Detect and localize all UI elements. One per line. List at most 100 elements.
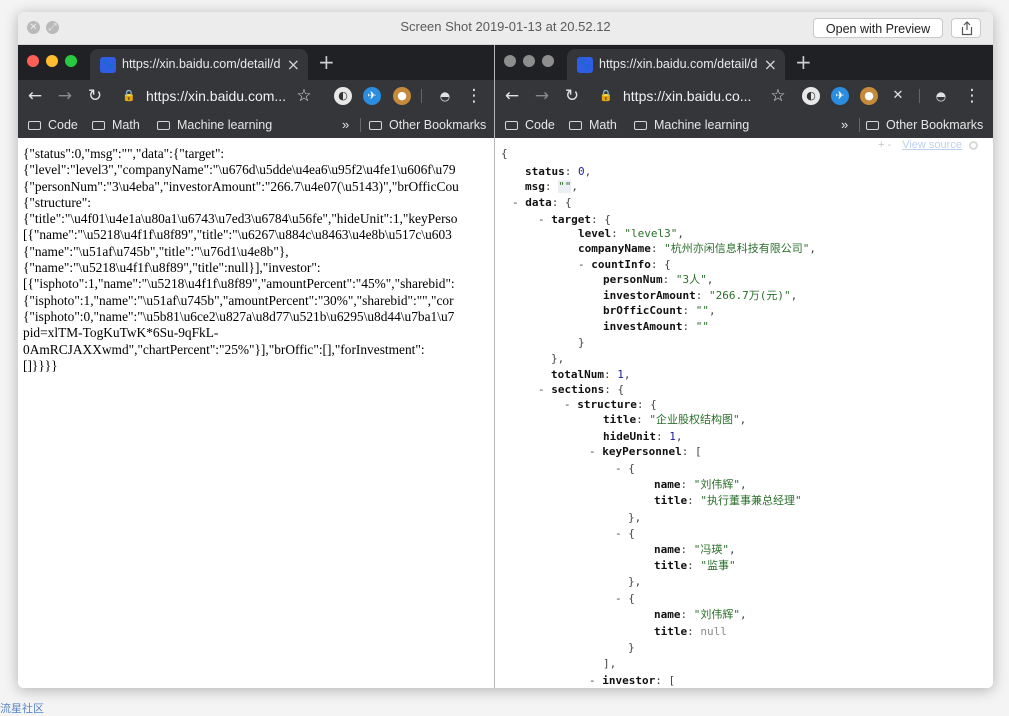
collapse-toggle[interactable]: -	[538, 213, 551, 226]
cookie-extension-icon[interactable]: ●	[393, 87, 411, 105]
collapse-toggle[interactable]: -	[615, 462, 628, 475]
json-punctuation: :	[687, 559, 701, 572]
collapse-toggle[interactable]: -	[589, 445, 602, 458]
json-key: personNum	[603, 273, 663, 286]
window-close-dot[interactable]	[504, 55, 516, 67]
collapse-toggle[interactable]: -	[589, 674, 602, 687]
raw-json-line: {"name":"\u51af\u745b","title":"\u76d1\u…	[23, 243, 289, 259]
forward-arrow-icon[interactable]: →	[54, 80, 76, 112]
url-field[interactable]: https://xin.baidu.co...	[623, 80, 763, 112]
json-punctuation: :	[655, 430, 670, 443]
back-arrow-icon[interactable]: ←	[24, 80, 46, 112]
json-line: - countInfo: {	[578, 258, 671, 272]
new-tab-icon[interactable]: +	[318, 45, 335, 80]
window-minimize-dot[interactable]	[523, 55, 535, 67]
extension-x-icon[interactable]: ✕	[887, 80, 909, 112]
url-field[interactable]: https://xin.baidu.com...	[146, 80, 288, 112]
json-key: structure	[577, 398, 637, 411]
raw-json-line: {"isphoto":0,"name":"\u5b81\u6ce2\u827a\…	[23, 308, 455, 324]
json-punctuation: :	[544, 180, 559, 193]
lock-icon[interactable]: 🔒	[118, 80, 140, 112]
json-punctuation: ,	[571, 180, 578, 193]
bookmark-machine-learning[interactable]: Machine learning	[157, 112, 272, 138]
window-zoom-dot[interactable]	[65, 55, 77, 67]
expand-collapse-toggle[interactable]: + -	[878, 139, 891, 151]
window-close-dot[interactable]	[27, 55, 39, 67]
bookmark-star-icon[interactable]: ☆	[293, 80, 315, 112]
bookmark-code[interactable]: Code	[28, 112, 78, 138]
raw-json-line: {"personNum":"3\u4eba","investorAmount":…	[23, 178, 459, 194]
json-punctuation: : {	[636, 398, 657, 411]
bookmarks-bar: Code Math Machine learning » Other Bookm…	[495, 112, 993, 138]
json-key: investAmount	[603, 320, 683, 333]
json-punctuation: :	[564, 165, 578, 178]
collapse-toggle[interactable]: -	[615, 527, 628, 540]
collapse-toggle[interactable]: -	[578, 258, 591, 271]
json-punctuation: ,	[740, 478, 747, 491]
collapse-toggle[interactable]: -	[564, 398, 577, 411]
cookie-extension-icon[interactable]: ●	[860, 87, 878, 105]
view-source-link[interactable]: View source	[902, 139, 962, 151]
new-tab-icon[interactable]: +	[795, 45, 812, 80]
json-line: title: "企业股权结构图",	[603, 413, 746, 427]
json-line: }	[628, 641, 635, 655]
window-zoom-dot[interactable]	[542, 55, 554, 67]
bookmark-math[interactable]: Math	[92, 112, 140, 138]
json-line: personNum: "3人",	[603, 273, 713, 287]
json-key: countInfo	[591, 258, 651, 271]
right-browser-window: 🐾 https://xin.baidu.com/detail/da × + ← …	[495, 45, 993, 688]
forward-arrow-icon[interactable]: →	[531, 80, 553, 112]
json-punctuation: :	[687, 494, 701, 507]
browser-tab[interactable]: 🐾 https://xin.baidu.com/detail/da ×	[90, 49, 308, 80]
json-punctuation: :	[680, 608, 694, 621]
extension-blue-icon[interactable]: ✈	[831, 87, 849, 105]
menu-kebab-icon[interactable]: ⋮	[961, 80, 983, 112]
json-punctuation: ,	[809, 242, 816, 255]
menu-kebab-icon[interactable]: ⋮	[463, 80, 485, 112]
raw-json-line: {"title":"\u4f01\u4e1a\u80a1\u6743\u7ed3…	[23, 211, 458, 227]
json-string-value: ""	[695, 304, 709, 317]
bookmarks-overflow-button[interactable]: »	[841, 112, 848, 138]
incognito-icon[interactable]: ◓	[434, 80, 456, 112]
bookmark-machine-learning[interactable]: Machine learning	[634, 112, 749, 138]
bookmark-star-icon[interactable]: ☆	[767, 80, 789, 112]
json-punctuation: ,	[708, 304, 716, 317]
extension-blue-icon[interactable]: ✈	[363, 87, 381, 105]
json-punctuation: :	[636, 413, 650, 426]
extension-circle-icon[interactable]: ◐	[802, 87, 820, 105]
bookmarks-bar: Code Math Machine learning » Other Bookm…	[18, 112, 494, 138]
json-key: data	[525, 196, 552, 209]
json-line: - sections: {	[538, 383, 624, 397]
back-arrow-icon[interactable]: ←	[501, 80, 523, 112]
lock-icon[interactable]: 🔒	[595, 80, 617, 112]
browser-tab[interactable]: 🐾 https://xin.baidu.com/detail/da ×	[567, 49, 785, 80]
share-button[interactable]	[951, 18, 981, 38]
incognito-icon[interactable]: ◓	[930, 80, 952, 112]
collapse-toggle[interactable]: -	[615, 592, 628, 605]
collapse-toggle[interactable]: -	[538, 383, 551, 396]
tab-strip: 🐾 https://xin.baidu.com/detail/da × +	[18, 45, 494, 80]
bookmark-math[interactable]: Math	[569, 112, 617, 138]
json-line: name: "刘伟辉",	[654, 608, 747, 622]
open-with-preview-button[interactable]: Open with Preview	[813, 18, 943, 38]
bookmarks-overflow-button[interactable]: »	[342, 112, 349, 138]
json-punctuation: ,	[740, 608, 747, 621]
other-bookmarks[interactable]: Other Bookmarks	[369, 112, 486, 138]
json-line: },	[628, 511, 641, 525]
folder-icon	[634, 121, 647, 130]
bookmark-code[interactable]: Code	[505, 112, 555, 138]
extension-circle-icon[interactable]: ◐	[334, 87, 352, 105]
other-bookmarks[interactable]: Other Bookmarks	[866, 112, 983, 138]
json-punctuation: :	[680, 478, 694, 491]
collapse-toggle[interactable]: -	[512, 196, 525, 209]
json-punctuation: },	[628, 511, 642, 524]
tab-close-icon[interactable]: ×	[287, 49, 300, 80]
json-line: title: "执行董事兼总经理"	[654, 494, 802, 508]
gear-icon[interactable]	[969, 141, 978, 150]
tab-close-icon[interactable]: ×	[764, 49, 777, 80]
reload-icon[interactable]: ↻	[561, 80, 583, 112]
window-minimize-dot[interactable]	[46, 55, 58, 67]
folder-icon	[369, 121, 382, 130]
json-key: title	[654, 625, 688, 638]
reload-icon[interactable]: ↻	[84, 80, 106, 112]
